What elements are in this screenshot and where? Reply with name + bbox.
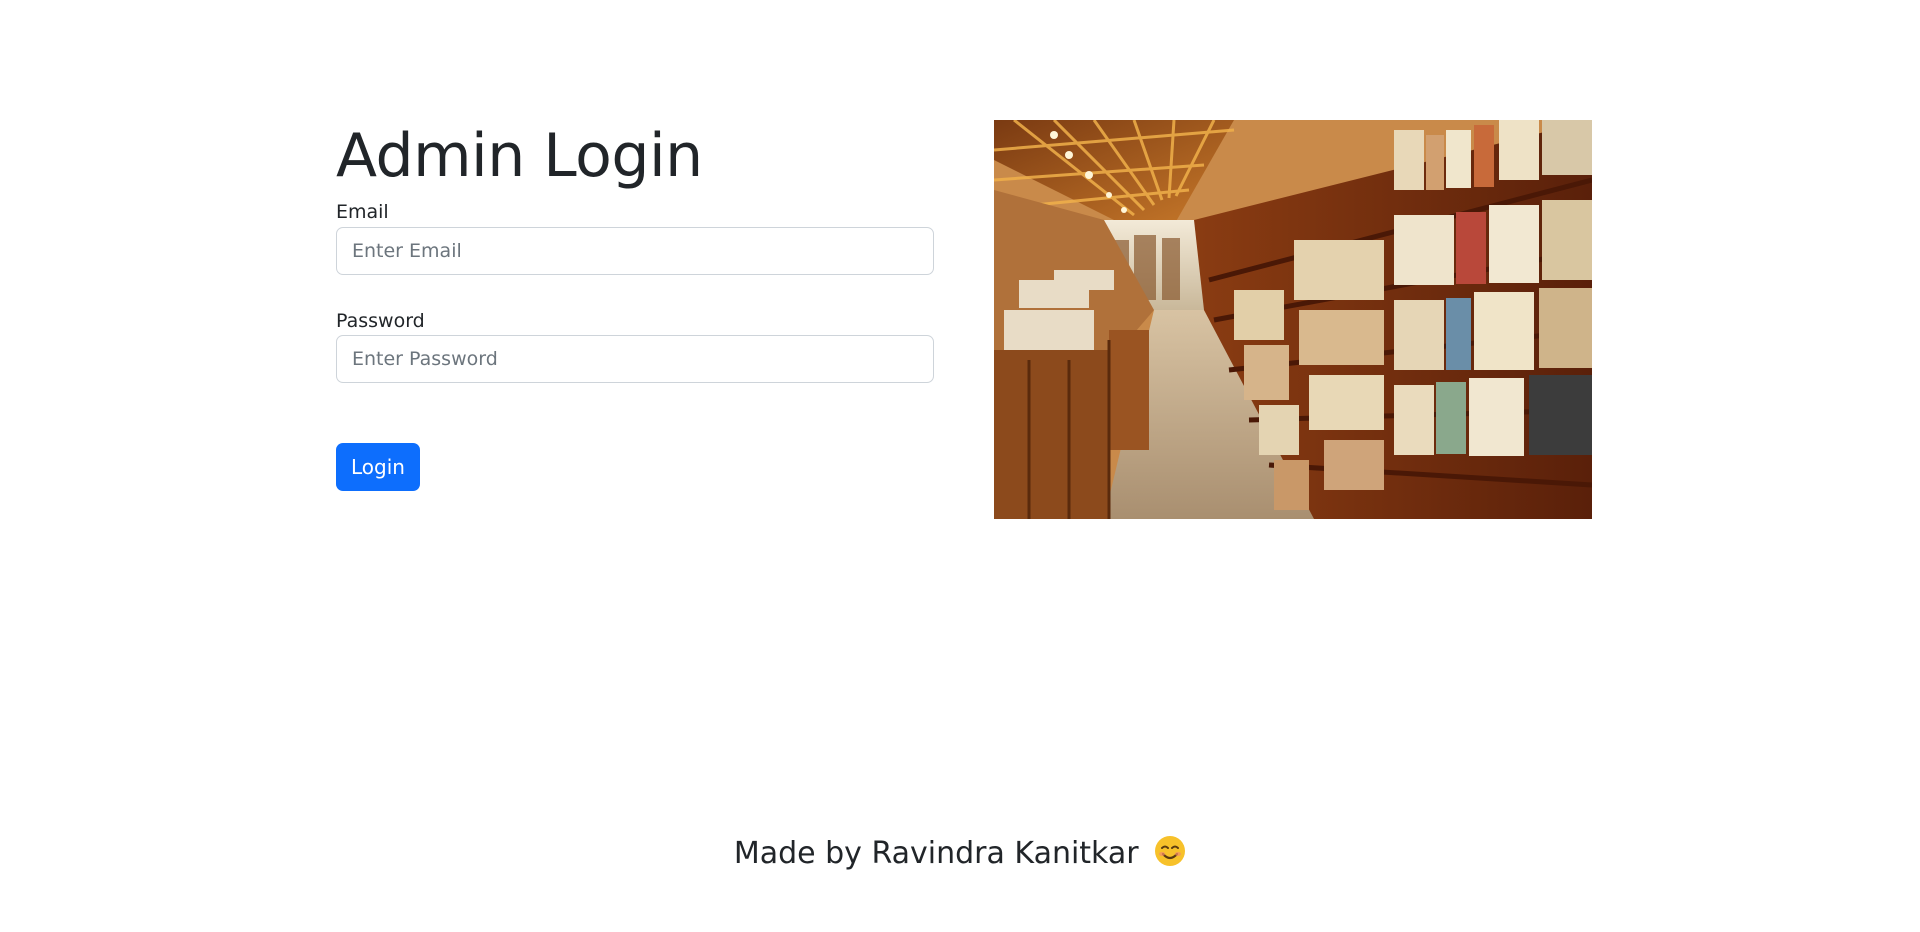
password-label: Password bbox=[336, 309, 425, 332]
smiling-face-icon bbox=[1155, 836, 1186, 866]
footer: Made by Ravindra Kanitkar bbox=[0, 835, 1920, 872]
password-field[interactable] bbox=[336, 335, 934, 383]
page: Admin Login Email Password Login bbox=[0, 0, 1920, 932]
library-bookshelves-photo bbox=[994, 120, 1592, 519]
email-label: Email bbox=[336, 201, 389, 223]
footer-text: Made by Ravindra Kanitkar bbox=[733, 836, 1139, 871]
login-button[interactable]: Login bbox=[336, 443, 420, 491]
email-field[interactable] bbox=[336, 226, 934, 275]
login-form: Admin Login Email Password Login bbox=[336, 120, 934, 491]
page-title: Admin Login bbox=[336, 121, 703, 191]
